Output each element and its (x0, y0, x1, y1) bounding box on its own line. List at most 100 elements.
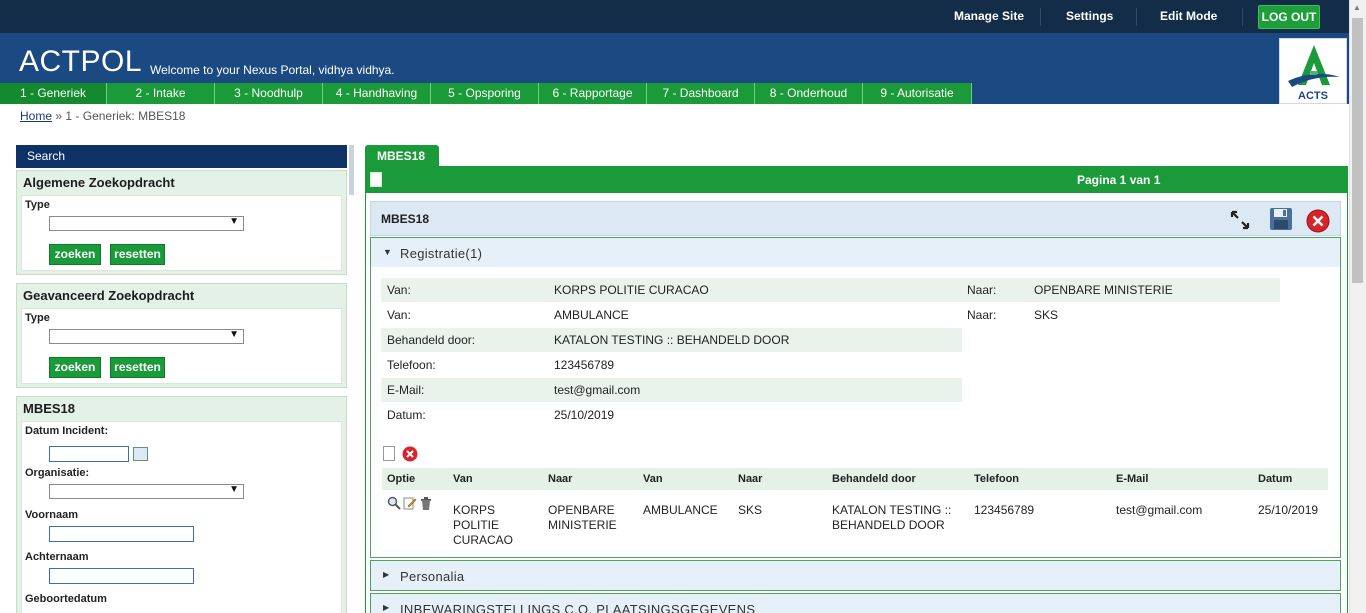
col-van-2: Van (643, 473, 663, 485)
chevron-down-icon: ▼ (229, 216, 239, 227)
advanced-search-button[interactable]: zoeken (49, 357, 101, 378)
voornaam-input[interactable] (49, 526, 194, 542)
chevron-down-icon: ▼ (229, 329, 239, 340)
settings-link[interactable]: Settings (1066, 9, 1113, 23)
section-personalia[interactable]: ▶ Personalia (370, 560, 1341, 591)
field-row-van1: Van: KORPS POLITIE CURACAO Naar: OPENBAR… (381, 278, 1280, 302)
scroll-up-icon[interactable]: ▲ (1353, 3, 1361, 12)
delete-record-icon[interactable] (402, 446, 418, 462)
tab-autorisatie[interactable]: 9 - Autorisatie (863, 83, 972, 104)
advanced-type-label: Type (25, 312, 50, 324)
tab-opsporing[interactable]: 5 - Opsporing (431, 83, 539, 104)
breadcrumb-separator: » (55, 109, 63, 123)
edit-icon[interactable] (403, 496, 417, 510)
pagination-text: Pagina 1 van 1 (1077, 173, 1161, 187)
general-search-title: Algemene Zoekopdracht (23, 175, 175, 190)
advanced-search-box: Geavanceerd Zoekopdracht Type ▼ zoeken r… (16, 283, 347, 388)
cell-datum: 25/10/2019 (1258, 503, 1319, 517)
tab-noodhulp[interactable]: 3 - Noodhulp (215, 83, 323, 104)
email-label: E-Mail: (387, 383, 425, 397)
advanced-type-select[interactable]: ▼ (49, 329, 244, 344)
cell-van: KORPS POLITIE CURACAO (453, 503, 514, 547)
telefoon-label: Telefoon: (387, 358, 436, 372)
section-inbewaring-title: INBEWARINGSTELLINGS C.O. PLAATSINGSGEGEV… (400, 602, 756, 613)
van2-value: AMBULANCE (554, 308, 629, 322)
new-document-icon[interactable] (370, 172, 382, 187)
caret-down-icon: ▼ (383, 247, 392, 257)
mbes-search-inner: Datum Incident: Organisatie: ▼ Voornaam … (21, 421, 342, 613)
organisatie-select[interactable]: ▼ (49, 484, 244, 499)
caret-right-icon: ▶ (383, 603, 390, 612)
acts-logo: ACTS (1279, 38, 1347, 104)
advanced-search-title: Geavanceerd Zoekopdracht (23, 288, 195, 303)
tab-rapportage[interactable]: 6 - Rapportage (539, 83, 647, 104)
tab-dashboard[interactable]: 7 - Dashboard (647, 83, 755, 104)
breadcrumb-home-link[interactable]: Home (20, 109, 52, 123)
expand-icon[interactable] (1229, 209, 1251, 231)
add-record-icon[interactable] (383, 446, 395, 461)
tab-mbes18[interactable]: MBES18 (365, 145, 439, 166)
general-reset-button[interactable]: resetten (110, 244, 165, 265)
naar2-label: Naar: (967, 308, 997, 322)
voornaam-label: Voornaam (25, 509, 78, 521)
section-inbewaring[interactable]: ▶ INBEWARINGSTELLINGS C.O. PLAATSINGSGEG… (370, 593, 1341, 613)
naar1-label: Naar: (967, 283, 997, 297)
logout-button[interactable]: LOG OUT (1258, 5, 1320, 29)
datum-label: Datum: (387, 408, 426, 422)
naar2-value: SKS (1034, 308, 1059, 322)
edit-mode-link[interactable]: Edit Mode (1160, 9, 1217, 23)
cell-naar-2: SKS (738, 503, 763, 517)
view-icon[interactable] (387, 496, 401, 510)
advanced-reset-button[interactable]: resetten (110, 357, 165, 378)
panel-splitter-handle[interactable] (349, 145, 354, 195)
app-root: Manage Site Settings Edit Mode LOG OUT A… (0, 0, 1366, 613)
geboortedatum-label: Geboortedatum (25, 593, 107, 605)
form-title: MBES18 (381, 212, 430, 226)
chevron-down-icon: ▼ (229, 484, 239, 495)
general-search-box: Algemene Zoekopdracht Type ▼ zoeken rese… (16, 170, 347, 275)
breadcrumb: Home » 1 - Generiek: MBES18 (20, 109, 185, 123)
manage-site-link[interactable]: Manage Site (954, 9, 1024, 23)
trash-icon[interactable] (419, 496, 433, 511)
close-icon[interactable] (1306, 209, 1330, 233)
field-row-behandeld: Behandeld door: KATALON TESTING :: BEHAN… (381, 328, 962, 352)
section-personalia-title: Personalia (400, 569, 465, 584)
achternaam-label: Achternaam (25, 551, 89, 563)
scrollbar-thumb[interactable] (1352, 18, 1363, 283)
tab-handhaving[interactable]: 4 - Handhaving (323, 83, 431, 104)
tab-onderhoud[interactable]: 8 - Onderhoud (755, 83, 863, 104)
caret-right-icon: ▶ (383, 570, 390, 579)
logo-text: ACTS (1298, 90, 1328, 102)
cell-email: test@gmail.com (1116, 503, 1203, 517)
behandeld-label: Behandeld door: (387, 333, 476, 347)
breadcrumb-current: 1 - Generiek: MBES18 (65, 109, 186, 123)
achternaam-input[interactable] (49, 568, 194, 584)
van2-label: Van: (387, 308, 411, 322)
cell-van-2: AMBULANCE (643, 503, 718, 517)
brand-title: ACTPOL (19, 45, 143, 78)
calendar-icon[interactable] (133, 447, 148, 461)
general-type-select[interactable]: ▼ (49, 216, 244, 231)
datum-incident-input[interactable] (49, 446, 129, 462)
section-registratie[interactable]: ▼ Registratie(1) (370, 237, 1341, 268)
general-type-label: Type (25, 199, 50, 211)
welcome-text: Welcome to your Nexus Portal, vidhya vid… (150, 63, 395, 77)
save-icon[interactable] (1269, 207, 1293, 231)
datum-value: 25/10/2019 (554, 408, 615, 422)
cell-naar: OPENBARE MINISTERIE (548, 503, 617, 532)
cell-behandeld-door: KATALON TESTING :: BEHANDELD DOOR (832, 503, 952, 532)
col-telefoon: Telefoon (974, 473, 1020, 485)
general-search-button[interactable]: zoeken (49, 244, 101, 265)
form-header: MBES18 (370, 201, 1341, 236)
van1-value: KORPS POLITIE CURACAO (554, 283, 709, 297)
col-optie: Optie (387, 473, 416, 485)
field-row-email: E-Mail: test@gmail.com (381, 378, 962, 402)
behandeld-value: KATALON TESTING :: BEHANDELD DOOR (554, 333, 790, 347)
top-separator (1040, 8, 1041, 26)
tab-intake[interactable]: 2 - Intake (107, 83, 215, 104)
section-registratie-title: Registratie(1) (400, 246, 483, 261)
mbes-search-title: MBES18 (23, 401, 76, 416)
col-naar: Naar (548, 473, 573, 485)
tab-generiek[interactable]: 1 - Generiek (0, 83, 107, 104)
pagination-bar: Pagina 1 van 1 (365, 166, 1348, 193)
